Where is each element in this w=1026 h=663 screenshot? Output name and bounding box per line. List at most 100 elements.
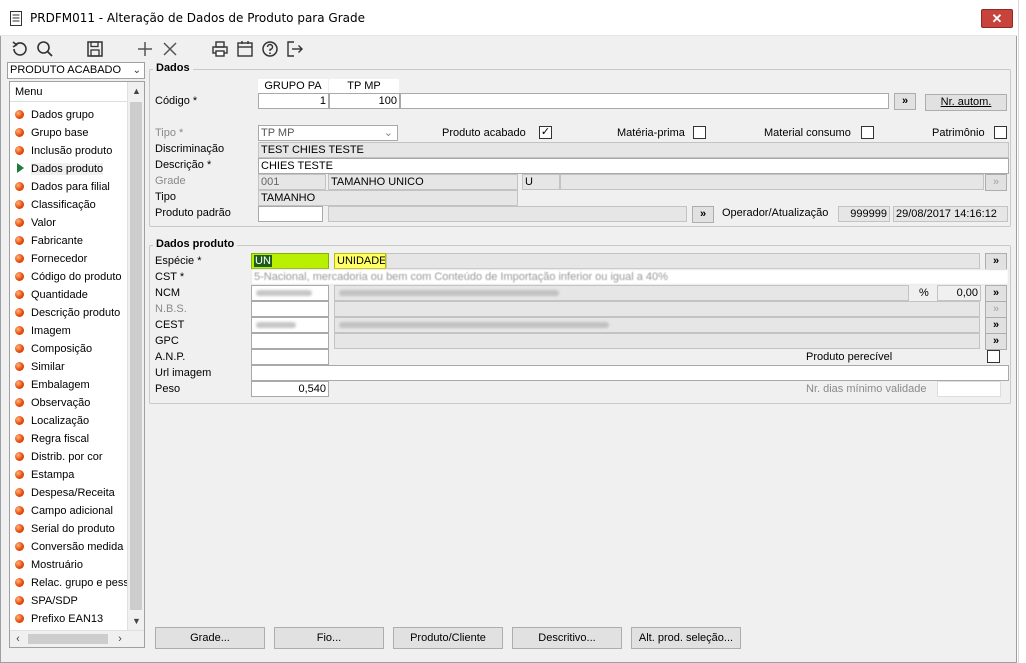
close-button[interactable]: ✕ <box>981 9 1013 28</box>
scroll-up-icon[interactable]: ▲ <box>128 82 144 100</box>
especie-desc-field[interactable]: UNIDADE <box>334 253 386 269</box>
menu-item[interactable]: Valor <box>15 214 56 232</box>
menu-item[interactable]: Dados grupo <box>15 106 94 124</box>
menu-item[interactable]: Relac. grupo e pess <box>15 574 129 592</box>
nr-autom-button[interactable]: Nr. autom. <box>925 94 1007 111</box>
calendar-icon[interactable] <box>235 39 255 59</box>
produto-acabado-checkbox[interactable]: ✓ <box>539 126 552 139</box>
descritivo-button[interactable]: Descritivo... <box>512 627 622 649</box>
print-icon[interactable] <box>210 39 230 59</box>
help-icon[interactable] <box>260 39 280 59</box>
menu-item[interactable]: Despesa/Receita <box>15 484 115 502</box>
menu-item[interactable]: Composição <box>15 340 92 358</box>
anp-field[interactable] <box>251 349 329 365</box>
grade-lookup-button[interactable]: » <box>985 174 1007 191</box>
add-icon[interactable] <box>135 39 155 59</box>
fio-button[interactable]: Fio... <box>274 627 384 649</box>
menu-item[interactable]: Imagem <box>15 322 71 340</box>
material-consumo-checkbox[interactable] <box>861 126 874 139</box>
codigo-lookup-button[interactable]: » <box>894 93 916 110</box>
menu-item[interactable]: Código do produto <box>15 268 122 286</box>
product-type-select[interactable]: PRODUTO ACABADO ⌄ <box>7 62 145 79</box>
produto-perecivel-checkbox[interactable] <box>987 350 1000 363</box>
ncm-lookup-button[interactable]: » <box>985 285 1007 302</box>
menu-item[interactable]: Quantidade <box>15 286 88 304</box>
produto-padrao-lookup-button[interactable]: » <box>692 206 714 223</box>
menu-item[interactable]: Similar <box>15 358 65 376</box>
delete-icon[interactable] <box>160 39 180 59</box>
tipo-select[interactable]: TP MP ⌄ <box>258 125 398 141</box>
produto-cliente-button[interactable]: Produto/Cliente <box>393 627 503 649</box>
menu-vertical-scrollbar[interactable]: ▲ ▼ <box>127 82 144 630</box>
refresh-icon[interactable] <box>10 39 30 59</box>
scroll-left-icon[interactable]: ‹ <box>10 631 26 647</box>
alt-prod-selecao-button[interactable]: Alt. prod. seleção... <box>631 627 741 649</box>
discriminacao-field[interactable]: TEST CHIES TESTE <box>258 142 1009 158</box>
save-icon[interactable] <box>85 39 105 59</box>
menu-item[interactable]: Dados produto <box>15 160 104 178</box>
cest-code-field[interactable] <box>251 317 329 333</box>
menu-item[interactable]: Localização <box>15 412 89 430</box>
menu-item[interactable]: Estampa <box>15 466 74 484</box>
grupo-pa-field[interactable]: 1 <box>258 93 329 109</box>
descricao-field[interactable]: CHIES TESTE <box>258 158 1009 174</box>
grade-code-field[interactable]: 001 <box>258 174 326 190</box>
menu-item[interactable]: Conversão medida <box>15 538 123 556</box>
bullet-icon <box>15 559 24 569</box>
menu-item[interactable]: SPA/SDP <box>15 592 78 610</box>
cst-select[interactable]: 5-Nacional, mercadoria ou bem com Conteú… <box>251 269 1009 285</box>
patrimonio-checkbox[interactable] <box>994 126 1007 139</box>
tipo2-field[interactable]: TAMANHO <box>258 190 518 206</box>
menu-item[interactable]: Regra fiscal <box>15 430 89 448</box>
menu-item[interactable]: Inclusão produto <box>15 142 112 160</box>
ncm-percent-label: % <box>919 287 929 299</box>
scroll-thumb[interactable] <box>130 102 142 610</box>
produto-padrao-desc-field <box>328 206 687 222</box>
menu-item[interactable]: Distrib. por cor <box>15 448 103 466</box>
especie-lookup-button[interactable]: » <box>985 253 1007 270</box>
menu-horizontal-scrollbar[interactable]: ‹ › <box>10 630 144 647</box>
menu-item[interactable]: Prefixo EAN13 <box>15 610 103 628</box>
cest-lookup-button[interactable]: » <box>985 317 1007 334</box>
menu-item[interactable]: Dados para filial <box>15 178 110 196</box>
gpc-lookup-button[interactable]: » <box>985 333 1007 350</box>
exit-icon[interactable] <box>285 39 305 59</box>
grade-desc-field[interactable]: TAMANHO UNICO <box>328 174 518 190</box>
scroll-right-icon[interactable]: › <box>112 631 128 647</box>
grade-extra-field[interactable]: U <box>522 174 560 190</box>
gpc-code-field[interactable] <box>251 333 329 349</box>
codigo-extension-field[interactable] <box>400 93 889 109</box>
tp-mp-field[interactable]: 100 <box>329 93 400 109</box>
scroll-thumb-horizontal[interactable] <box>28 634 108 644</box>
search-icon[interactable] <box>35 39 55 59</box>
menu-item[interactable]: Mostruário <box>15 556 83 574</box>
nr-dias-field[interactable] <box>937 381 1001 397</box>
grade-button[interactable]: Grade... <box>155 627 265 649</box>
url-imagem-field[interactable] <box>251 365 1009 381</box>
menu-item[interactable]: Fabricante <box>15 232 83 250</box>
nbs-code-field[interactable] <box>251 301 329 317</box>
bullet-icon <box>15 577 24 587</box>
menu-item[interactable]: Campo adicional <box>15 502 113 520</box>
bullet-icon <box>15 361 24 371</box>
especie-code-field[interactable]: UN <box>251 253 329 269</box>
document-icon <box>10 11 22 26</box>
grade-label: Grade <box>155 175 186 187</box>
menu-item[interactable]: Fornecedor <box>15 250 87 268</box>
bullet-icon <box>15 523 24 533</box>
produto-padrao-code-field[interactable] <box>258 206 323 222</box>
menu-item[interactable]: Classificação <box>15 196 96 214</box>
nbs-lookup-button[interactable]: » <box>985 301 1007 318</box>
grade-extra-desc-field <box>560 174 984 190</box>
peso-field[interactable]: 0,540 <box>251 381 329 397</box>
menu-item[interactable]: Embalagem <box>15 376 90 394</box>
menu-item[interactable]: Descrição produto <box>15 304 120 322</box>
menu-item[interactable]: Serial do produto <box>15 520 115 538</box>
materia-prima-checkbox[interactable] <box>693 126 706 139</box>
menu-item[interactable]: Grupo base <box>15 124 88 142</box>
ncm-code-field[interactable] <box>251 285 329 301</box>
menu-item[interactable]: Observação <box>15 394 90 412</box>
scroll-down-icon[interactable]: ▼ <box>128 612 144 630</box>
descricao-label: Descrição * <box>155 159 212 171</box>
bullet-icon <box>15 505 24 515</box>
